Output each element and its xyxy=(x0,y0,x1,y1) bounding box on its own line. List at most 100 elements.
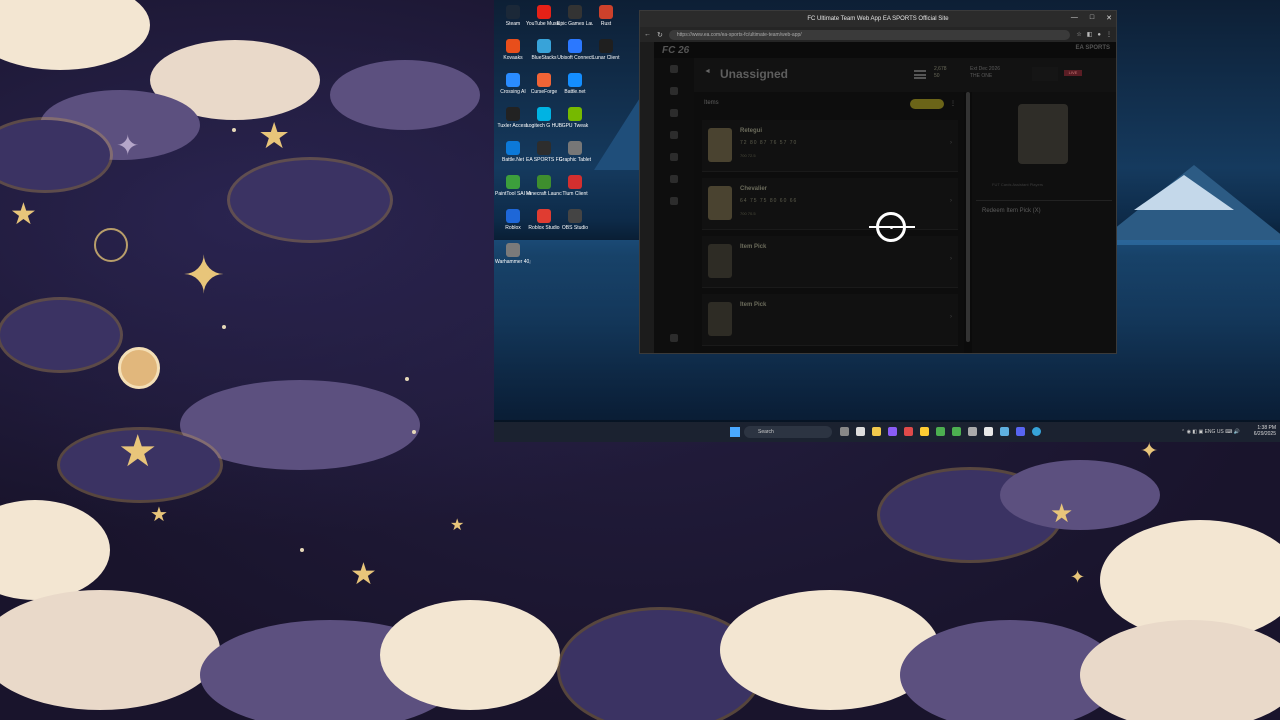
coins-value: 2,678 xyxy=(934,66,947,72)
app-icon[interactable] xyxy=(920,427,929,436)
profile-icon[interactable]: ● xyxy=(1097,32,1101,38)
desktop-shortcut[interactable]: Roblox xyxy=(496,206,530,240)
list-item[interactable]: Retegui 72 80 87 76 57 70 700 72.5 › xyxy=(702,120,958,172)
desktop-shortcut[interactable]: Steam xyxy=(496,2,530,36)
settings-icon[interactable] xyxy=(968,427,977,436)
scrollbar[interactable] xyxy=(966,92,970,342)
url-field[interactable]: https://www.ea.com/ea-sports-fc/ultimate… xyxy=(668,29,1071,40)
star-icon: ★ xyxy=(10,198,37,231)
wallpaper-cloud xyxy=(0,0,150,70)
xbox-icon[interactable] xyxy=(936,427,945,436)
list-item[interactable]: Item Pick › xyxy=(702,236,958,288)
star-icon: ★ xyxy=(1050,498,1074,528)
app-icon[interactable] xyxy=(952,427,961,436)
sparkle-dot xyxy=(232,128,236,132)
desktop-shortcut[interactable]: Battle.net xyxy=(558,70,592,104)
taskbar-search[interactable]: Search xyxy=(744,426,832,438)
star-bookmark-icon[interactable]: ☆ xyxy=(1076,31,1081,38)
app-icon[interactable] xyxy=(904,427,913,436)
desktop-shortcut[interactable]: Roblox Studio xyxy=(527,206,561,240)
nav-home[interactable] xyxy=(654,58,694,80)
list-item[interactable]: Chevalier 64 75 75 80 60 66 700 70.5 › xyxy=(702,178,958,230)
app-icon[interactable] xyxy=(1000,427,1009,436)
nav-store[interactable] xyxy=(654,168,694,190)
nav-club[interactable] xyxy=(654,190,694,212)
send-all-button[interactable] xyxy=(910,99,944,109)
nav-sbc[interactable] xyxy=(654,102,694,124)
item-card-thumbnail xyxy=(708,186,732,220)
shortcut-label: Warhammer 40,000 Spa xyxy=(495,259,531,265)
shortcut-label: Lunar Client xyxy=(592,55,620,61)
title-bar[interactable]: FC Ultimate Team Web App EA SPORTS Offic… xyxy=(640,11,1116,27)
browser-icon[interactable] xyxy=(1032,427,1041,436)
desktop-shortcut[interactable]: OBS Studio xyxy=(558,206,592,240)
desktop-shortcut[interactable]: Crossing AI xyxy=(496,70,530,104)
desktop-shortcut[interactable]: Tuxler Access xyxy=(496,104,530,138)
minimize-icon[interactable]: — xyxy=(1071,14,1078,22)
task-view-icon[interactable] xyxy=(840,427,849,436)
app-icon xyxy=(537,39,551,53)
app-icon xyxy=(537,209,551,223)
app-icon xyxy=(568,107,582,121)
extension-icon[interactable]: ◧ xyxy=(1087,31,1093,38)
wallpaper-cloud xyxy=(0,300,120,370)
desktop-shortcut[interactable]: Kovaaks xyxy=(496,36,530,70)
event-sub: THE ONE xyxy=(970,73,993,79)
desktop-shortcut[interactable]: Logitech G HUB xyxy=(526,104,562,138)
desktop-shortcut[interactable]: Graphic Tablet xyxy=(558,138,592,172)
desktop-shortcut[interactable]: Rust xyxy=(589,2,623,36)
more-options-icon[interactable]: ⋮ xyxy=(950,100,956,107)
desktop-shortcut[interactable]: Lunar Client xyxy=(589,36,623,70)
steam-icon[interactable] xyxy=(984,427,993,436)
item-name: Retegui xyxy=(740,128,763,134)
hamburger-menu-icon[interactable] xyxy=(914,70,926,79)
home-icon xyxy=(670,65,678,73)
nav-objectives[interactable] xyxy=(654,124,694,146)
app-icon xyxy=(506,39,520,53)
detail-caption: FUT Cards Assistant Players xyxy=(992,182,1044,187)
nav-squad[interactable] xyxy=(654,80,694,102)
desktop-shortcut[interactable]: Ubisoft Connect xyxy=(557,36,593,70)
snow-peak xyxy=(1134,175,1234,210)
file-explorer-icon[interactable] xyxy=(872,427,881,436)
desktop-shortcut[interactable]: GPU Tweak xyxy=(558,104,592,138)
menu-dots-icon[interactable]: ⋮ xyxy=(1106,31,1112,38)
discord-icon[interactable] xyxy=(1016,427,1025,436)
list-item[interactable]: Item Pick › xyxy=(702,294,958,346)
app-icon[interactable] xyxy=(888,427,897,436)
desktop-shortcut[interactable]: YouTube Music Desktop xyxy=(526,2,562,36)
maximize-icon[interactable]: □ xyxy=(1090,14,1094,22)
language-indicator: ENG US xyxy=(1204,429,1224,435)
club-badge[interactable] xyxy=(1032,67,1058,81)
wallpaper-cloud xyxy=(230,160,390,240)
close-icon[interactable]: ✕ xyxy=(1106,14,1112,22)
app-icon xyxy=(506,141,520,155)
desktop-shortcut[interactable]: Warhammer 40,000 Spa xyxy=(495,240,531,274)
desktop-shortcut[interactable]: Tlum Client xyxy=(558,172,592,206)
nav-transfers[interactable] xyxy=(654,146,694,168)
star-icon: ✦ xyxy=(1070,567,1086,587)
desktop-shortcut[interactable]: PaintTool SAI Ver.2 xyxy=(495,172,531,206)
desktop-shortcut[interactable]: Battle.Net xyxy=(496,138,530,172)
nav-settings[interactable] xyxy=(654,327,694,349)
system-tray-icons[interactable]: ⌃ ◉ ◧ ▣ ENG US ⌨ 🔊 xyxy=(1181,429,1240,435)
sparkle-dot xyxy=(412,430,416,434)
browser-window[interactable]: FC Ultimate Team Web App EA SPORTS Offic… xyxy=(639,10,1117,354)
wallpaper-cloud xyxy=(0,500,110,600)
back-arrow-icon[interactable]: ◄ xyxy=(704,68,711,75)
back-icon[interactable]: ← xyxy=(644,31,651,38)
desktop-shortcut[interactable]: BlueStacks xyxy=(527,36,561,70)
browser-side-panel xyxy=(640,42,654,353)
redeem-item-pick-button[interactable]: Redeem Item Pick (X) xyxy=(982,208,1041,214)
desktop-shortcut[interactable]: Minecraft Launcher xyxy=(526,172,562,206)
widgets-icon[interactable] xyxy=(856,427,865,436)
sparkle-dot xyxy=(300,548,304,552)
desktop-shortcut[interactable]: CurseForge xyxy=(527,70,561,104)
desktop-shortcut[interactable]: Epic Games Launcher xyxy=(557,2,593,36)
shortcut-label: Rust xyxy=(600,21,612,27)
refresh-icon[interactable]: ↻ xyxy=(657,31,663,39)
desktop-shortcut[interactable]: EA SPORTS FC 26 xyxy=(526,138,562,172)
clock[interactable]: 1:38 PM 6/29/2025 xyxy=(1254,425,1276,437)
windows-start-icon[interactable] xyxy=(730,427,740,437)
sparkle-dot xyxy=(222,325,226,329)
